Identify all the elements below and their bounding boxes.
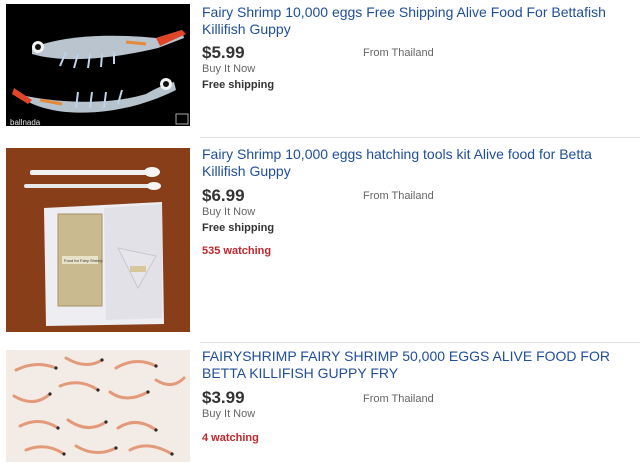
listing-divider [200, 342, 640, 343]
packet-label: Food for Fairy Shrimp [64, 258, 103, 263]
image-watermark: ballnada [10, 118, 41, 126]
listing-title[interactable]: Fairy Shrimp 10,000 eggs Free Shipping A… [202, 4, 632, 38]
listing-thumbnail[interactable] [6, 350, 190, 462]
listing-thumbnail[interactable]: Food for Fairy Shrimp [6, 148, 190, 332]
listing-title[interactable]: FAIRYSHRIMP FAIRY SHRIMP 50,000 EGGS ALI… [202, 348, 632, 382]
item-location: From Thailand [363, 393, 434, 405]
hatching-kit-photo: Food for Fairy Shrimp [6, 148, 190, 332]
watching-count: 4 watching [202, 432, 259, 444]
shrimp-photo: ballnada [6, 4, 190, 126]
shipping-label: Free shipping [202, 79, 275, 91]
shipping-label: Free shipping [202, 222, 275, 234]
buy-it-now-label: Buy It Now [202, 206, 256, 218]
listing-item[interactable]: Food for Fairy Shrimp Fairy Shrimp 10,00… [0, 140, 640, 342]
listing-title[interactable]: Fairy Shrimp 10,000 eggs hatching tools … [202, 146, 632, 180]
item-location: From Thailand [363, 47, 434, 59]
listing-item[interactable]: ballnada Fairy Shrimp 10,000 eggs Free S… [0, 0, 640, 136]
listing-price: $6.99 [202, 186, 245, 205]
item-location: From Thailand [363, 190, 434, 202]
brine-shrimp-photo [6, 350, 190, 462]
buy-it-now-label: Buy It Now [202, 408, 256, 420]
listing-price: $5.99 [202, 43, 245, 62]
buy-it-now-label: Buy It Now [202, 63, 256, 75]
listing-divider [200, 137, 640, 138]
listing-item[interactable]: FAIRYSHRIMP FAIRY SHRIMP 50,000 EGGS ALI… [0, 344, 640, 464]
listing-price: $3.99 [202, 388, 245, 407]
listing-thumbnail[interactable]: ballnada [6, 4, 190, 126]
watching-count: 535 watching [202, 245, 272, 257]
